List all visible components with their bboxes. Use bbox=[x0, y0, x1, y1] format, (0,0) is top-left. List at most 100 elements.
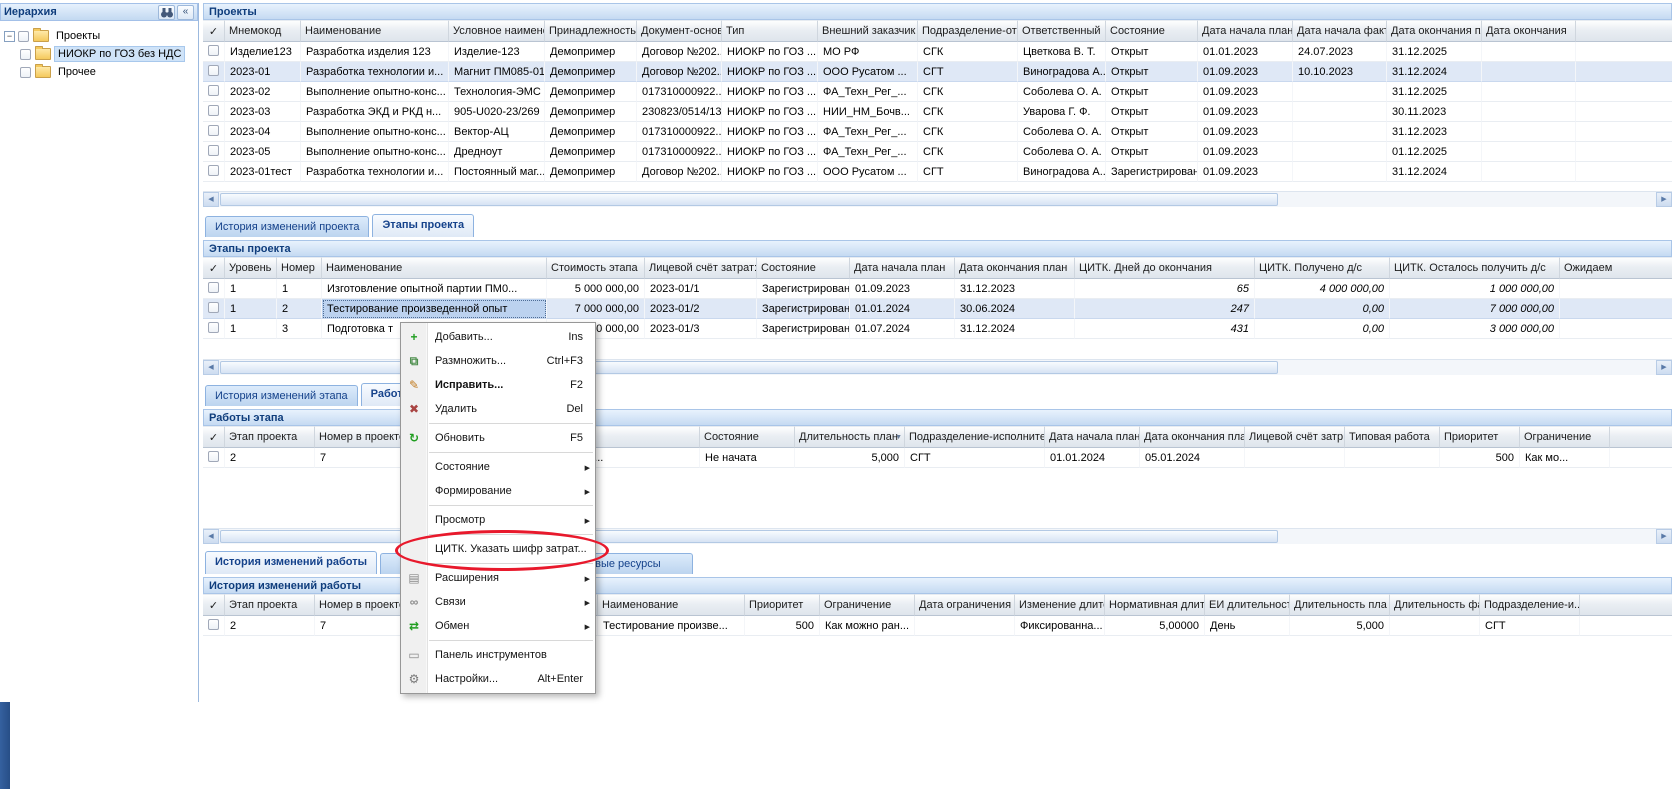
column-menu-arrow-icon[interactable]: ▼ bbox=[895, 434, 902, 441]
menu-item[interactable]: ⇄Обмен▶ bbox=[401, 614, 595, 638]
column-header[interactable]: Типовая работа bbox=[1345, 426, 1440, 448]
column-header[interactable]: Номер bbox=[277, 257, 322, 279]
column-header[interactable]: Принадлежность bbox=[545, 20, 637, 42]
table-row[interactable]: 2023-04Выполнение опытно-конс...Вектор-А… bbox=[203, 122, 1672, 142]
row-checkbox[interactable] bbox=[208, 322, 219, 333]
column-header[interactable]: Этап проекта bbox=[225, 594, 315, 616]
column-header[interactable]: Ограничение bbox=[1520, 426, 1610, 448]
row-checkbox[interactable] bbox=[208, 619, 219, 630]
row-checkbox[interactable] bbox=[208, 105, 219, 116]
tree-checkbox[interactable] bbox=[20, 67, 31, 78]
scroll-thumb[interactable] bbox=[220, 193, 1278, 206]
column-header[interactable]: Ожидаем bbox=[1560, 257, 1672, 279]
row-checkbox[interactable] bbox=[208, 451, 219, 462]
scroll-right-button[interactable]: ▶ bbox=[1656, 192, 1672, 207]
column-header[interactable]: Этап проекта bbox=[225, 426, 315, 448]
tree-item[interactable]: НИОКР по ГОЗ без НДС bbox=[0, 45, 198, 63]
row-checkbox[interactable] bbox=[208, 65, 219, 76]
row-checkbox[interactable] bbox=[208, 125, 219, 136]
column-header[interactable]: Тип bbox=[722, 20, 818, 42]
column-header[interactable]: Наименование bbox=[301, 20, 449, 42]
scroll-left-button[interactable]: ◀ bbox=[203, 529, 219, 544]
column-header[interactable]: Дата начала план. bbox=[1198, 20, 1293, 42]
collapse-panel-button[interactable]: « bbox=[177, 5, 194, 20]
tree-expand-icon[interactable]: − bbox=[4, 31, 15, 42]
column-header[interactable]: Уровень bbox=[225, 257, 277, 279]
tab[interactable]: История изменений работы bbox=[205, 551, 377, 574]
column-header[interactable]: Приоритет bbox=[745, 594, 820, 616]
menu-item[interactable]: ⧉Размножить...Ctrl+F3 bbox=[401, 349, 595, 373]
row-checkbox[interactable] bbox=[208, 302, 219, 313]
tree-checkbox[interactable] bbox=[18, 31, 29, 42]
menu-item[interactable]: ⚙Настройки...Alt+Enter bbox=[401, 667, 595, 691]
tree-item[interactable]: Прочее bbox=[0, 63, 198, 81]
column-header[interactable]: Длительность план▼ bbox=[795, 426, 905, 448]
column-header[interactable]: Дата окончания bbox=[1482, 20, 1576, 42]
search-button[interactable] bbox=[158, 5, 175, 20]
scroll-thumb[interactable] bbox=[220, 530, 1278, 543]
table-row[interactable]: 11Изготовление опытной партии ПМ0...5 00… bbox=[203, 279, 1672, 299]
row-checkbox[interactable] bbox=[208, 145, 219, 156]
scroll-left-button[interactable]: ◀ bbox=[203, 192, 219, 207]
tab[interactable]: Этапы проекта bbox=[372, 214, 474, 237]
column-header[interactable]: Дата окончания план bbox=[1140, 426, 1245, 448]
row-checkbox[interactable] bbox=[208, 45, 219, 56]
tree-item-label[interactable]: НИОКР по ГОЗ без НДС bbox=[55, 47, 184, 61]
tree-item-label[interactable]: Прочее bbox=[55, 65, 99, 79]
column-header[interactable]: Подразделение-от bbox=[918, 20, 1018, 42]
table-row[interactable]: Изделие123Разработка изделия 123Изделие-… bbox=[203, 42, 1672, 62]
column-header[interactable]: Ограничение bbox=[820, 594, 915, 616]
tree-item-label[interactable]: Проекты bbox=[53, 29, 103, 43]
row-checkbox[interactable] bbox=[208, 282, 219, 293]
column-header[interactable]: Дата начала план. bbox=[1045, 426, 1140, 448]
column-header[interactable]: ЦИТК. Дней до окончания bbox=[1075, 257, 1255, 279]
menu-item[interactable]: ✖УдалитьDel bbox=[401, 397, 595, 421]
column-header[interactable]: Номер в проекте bbox=[315, 594, 410, 616]
column-header[interactable] bbox=[1580, 594, 1672, 616]
table-row[interactable]: 2023-05Выполнение опытно-конс...Дредноут… bbox=[203, 142, 1672, 162]
table-row[interactable]: 2023-02Выполнение опытно-конс...Технолог… bbox=[203, 82, 1672, 102]
column-header[interactable]: Условное наименова bbox=[449, 20, 545, 42]
menu-item[interactable]: ▭Панель инструментов bbox=[401, 643, 595, 667]
column-header[interactable]: Состояние bbox=[700, 426, 795, 448]
menu-item[interactable]: +Добавить...Ins bbox=[401, 325, 595, 349]
column-header[interactable]: Длительность пла bbox=[1290, 594, 1390, 616]
scroll-right-button[interactable]: ▶ bbox=[1656, 360, 1672, 375]
table-row[interactable]: 2023-01Разработка технологии и...Магнит … bbox=[203, 62, 1672, 82]
column-header[interactable]: Дата начала факт bbox=[1293, 20, 1387, 42]
column-header[interactable]: Внешний заказчик bbox=[818, 20, 918, 42]
column-header[interactable]: ✓ bbox=[203, 594, 225, 616]
menu-item[interactable]: ЦИТК. Указать шифр затрат... bbox=[401, 537, 595, 561]
column-header[interactable]: Мнемокод bbox=[225, 20, 301, 42]
column-header[interactable]: Длительность фак bbox=[1390, 594, 1480, 616]
column-header[interactable]: Состояние bbox=[1106, 20, 1198, 42]
column-header[interactable]: Наименование bbox=[322, 257, 547, 279]
scroll-right-button[interactable]: ▶ bbox=[1656, 529, 1672, 544]
column-header[interactable]: Лицевой счёт затрат: bbox=[645, 257, 757, 279]
menu-item[interactable]: Просмотр▶ bbox=[401, 508, 595, 532]
column-header[interactable]: Нормативная длит bbox=[1105, 594, 1205, 616]
tab[interactable]: История изменений этапа bbox=[205, 385, 358, 406]
menu-item[interactable]: ↻ОбновитьF5 bbox=[401, 426, 595, 450]
tree-checkbox[interactable] bbox=[20, 49, 31, 60]
column-header[interactable] bbox=[1610, 426, 1672, 448]
column-header[interactable]: ЕИ длительности bbox=[1205, 594, 1290, 616]
menu-item[interactable]: Формирование▶ bbox=[401, 479, 595, 503]
column-header[interactable]: Ответственный bbox=[1018, 20, 1106, 42]
tab[interactable]: История изменений проекта bbox=[205, 216, 369, 237]
menu-item[interactable]: ✎Исправить...F2 bbox=[401, 373, 595, 397]
row-checkbox[interactable] bbox=[208, 85, 219, 96]
column-header[interactable]: Дата ограничения bbox=[915, 594, 1015, 616]
column-header[interactable]: Дата окончания план bbox=[955, 257, 1075, 279]
table-row[interactable]: 12Тестирование произведенной опыт7 000 0… bbox=[203, 299, 1672, 319]
column-header[interactable]: Подразделение-исполнитель. bbox=[905, 426, 1045, 448]
column-header[interactable]: ✓ bbox=[203, 20, 225, 42]
column-header[interactable]: Состояние bbox=[757, 257, 850, 279]
row-checkbox[interactable] bbox=[208, 165, 219, 176]
table-row[interactable]: 2023-03Разработка ЭКД и РКД н...905-U020… bbox=[203, 102, 1672, 122]
column-header[interactable]: Стоимость этапа bbox=[547, 257, 645, 279]
column-header[interactable]: ✓ bbox=[203, 257, 225, 279]
column-header[interactable]: ЦИТК. Получено д/с bbox=[1255, 257, 1390, 279]
column-header[interactable]: Документ-основан bbox=[637, 20, 722, 42]
column-header[interactable]: Дата начала план bbox=[850, 257, 955, 279]
